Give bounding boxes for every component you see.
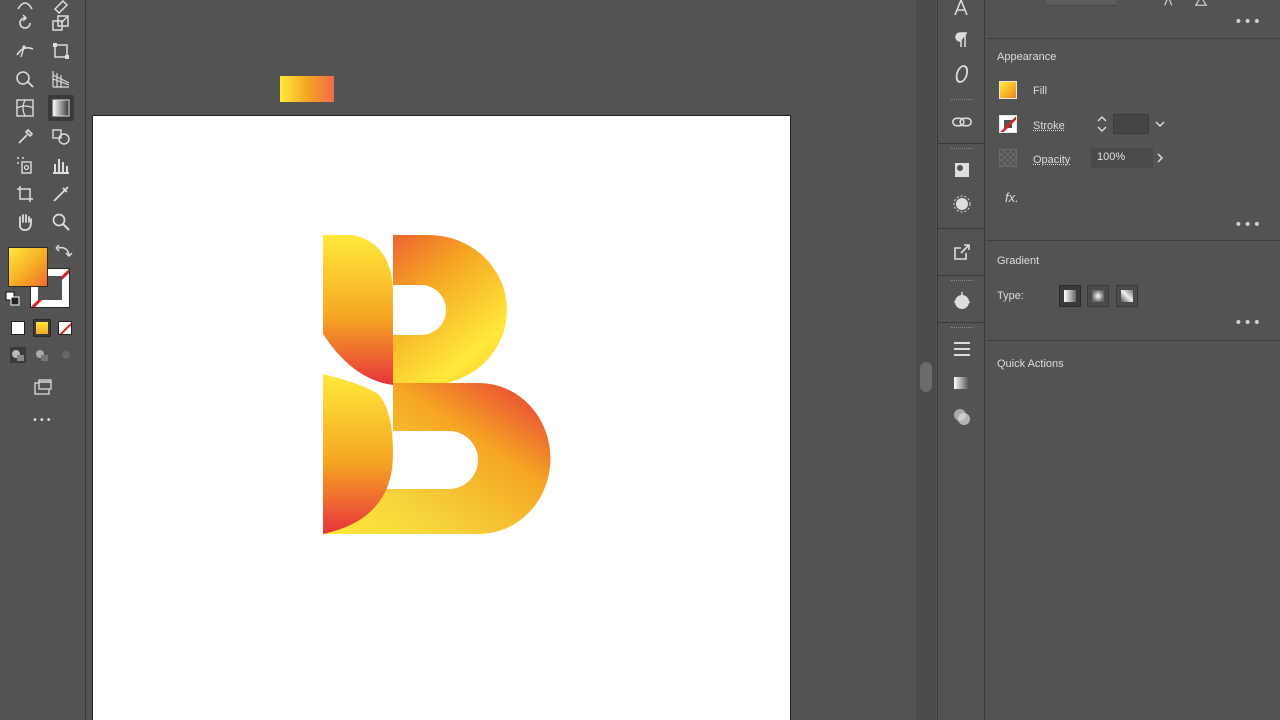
panel-icon-strip	[937, 0, 986, 720]
hand-icon[interactable]	[12, 209, 38, 235]
export-icon[interactable]	[950, 240, 974, 264]
opacity-swatch	[999, 149, 1017, 167]
color-guide-icon[interactable]	[950, 289, 974, 313]
freeform-gradient-button[interactable]	[1116, 285, 1138, 307]
gradient-panel-icon[interactable]	[950, 371, 974, 395]
gradient-more-button[interactable]: •••	[1234, 315, 1262, 331]
flip-icon[interactable]	[1193, 0, 1209, 8]
blend-icon[interactable]	[48, 124, 74, 150]
gradient-swatch-chip	[280, 76, 334, 102]
stroke-weight-input[interactable]	[1113, 114, 1149, 134]
stroke-weight-dropdown[interactable]	[1152, 116, 1168, 132]
fx-effects-button[interactable]: fx.	[1005, 190, 1019, 205]
linear-gradient-button[interactable]	[1059, 285, 1081, 307]
appearance-title: Appearance	[997, 51, 1057, 63]
draw-normal-icon[interactable]	[8, 345, 28, 365]
perspective-grid-icon[interactable]	[48, 66, 74, 92]
vertical-scrollbar[interactable]	[916, 0, 936, 720]
draw-inside-icon[interactable]	[56, 345, 76, 365]
image-trace-icon[interactable]	[950, 158, 974, 182]
opacity-arrow-icon[interactable]	[1152, 150, 1168, 166]
none-mode-button[interactable]	[58, 321, 72, 335]
zoom-icon[interactable]	[48, 209, 74, 235]
fill-swatch-front[interactable]	[8, 247, 48, 287]
gradient-title: Gradient	[997, 255, 1040, 267]
symbol-sprayer-icon[interactable]	[12, 152, 38, 178]
opacity-input[interactable]: 100%	[1091, 148, 1153, 168]
letter-b-artwork[interactable]	[323, 234, 583, 544]
swap-fill-stroke-icon[interactable]	[54, 242, 74, 262]
appearance-more-button[interactable]: •••	[1234, 217, 1262, 233]
scale-icon[interactable]	[48, 10, 74, 36]
properties-panel: ••• Appearance Fill Stroke Opacity 100% …	[986, 0, 1280, 720]
default-fill-stroke-icon[interactable]	[5, 291, 21, 307]
color-mode-button[interactable]	[11, 321, 25, 335]
canvas-area[interactable]	[87, 0, 917, 720]
gradient-mode-button[interactable]	[33, 319, 51, 337]
width-tool-icon[interactable]	[12, 38, 38, 64]
opacity-label[interactable]: Opacity	[1033, 154, 1070, 166]
stroke-label[interactable]: Stroke	[1033, 120, 1065, 132]
radial-gradient-button[interactable]	[1087, 285, 1109, 307]
free-transform-icon[interactable]	[48, 38, 74, 64]
character-icon[interactable]	[950, 0, 974, 20]
stroke-panel-icon[interactable]	[950, 337, 974, 361]
paragraph-icon[interactable]	[950, 28, 974, 52]
symbols-icon[interactable]	[950, 192, 974, 216]
gradient-type-label: Type:	[997, 290, 1024, 302]
links-icon[interactable]	[950, 110, 974, 134]
transform-more-button[interactable]: •••	[1234, 14, 1262, 30]
fill-label: Fill	[1033, 85, 1048, 97]
stroke-weight-stepper[interactable]	[1095, 113, 1109, 135]
fill-color-swatch[interactable]	[999, 81, 1017, 99]
quick-actions-title: Quick Actions	[997, 358, 1064, 370]
scrollbar-thumb[interactable]	[920, 362, 932, 392]
shape-builder-icon[interactable]	[12, 66, 38, 92]
slice-icon[interactable]	[48, 181, 74, 207]
edit-toolbar-button[interactable]: •••	[32, 415, 53, 426]
transparency-icon[interactable]	[950, 405, 974, 429]
transform-icon[interactable]	[1162, 0, 1178, 8]
opentype-icon[interactable]	[950, 62, 974, 86]
artboard[interactable]	[92, 115, 791, 720]
gradient-tool-icon[interactable]	[48, 95, 74, 121]
eyedropper-icon[interactable]	[12, 124, 38, 150]
rotate-icon[interactable]	[12, 10, 38, 36]
tools-panel: •••	[0, 0, 86, 720]
mesh-icon[interactable]	[12, 95, 38, 121]
draw-behind-icon[interactable]	[32, 345, 52, 365]
stroke-color-swatch[interactable]	[999, 115, 1017, 133]
column-graph-icon[interactable]	[48, 152, 74, 178]
panel-top-strip	[1046, 0, 1116, 6]
change-screen-mode-icon[interactable]	[30, 374, 56, 400]
artboard-tool-icon[interactable]	[12, 181, 38, 207]
